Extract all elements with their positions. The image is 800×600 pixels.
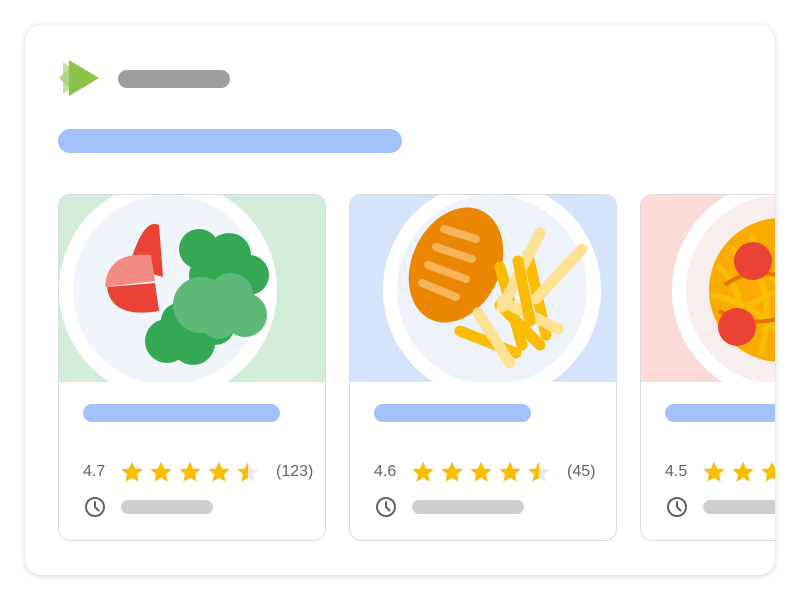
star-rating [410,459,555,485]
star-icon [208,461,230,482]
star-icon [412,461,434,482]
site-name-placeholder [118,70,230,88]
star-rating [701,459,775,485]
cook-time-placeholder [412,500,524,514]
search-result-panel: 4.7 (123) 4.6 (45) 4.5 [25,25,775,575]
cook-time-placeholder [703,500,775,514]
salad-plate-icon [59,195,325,382]
star-icon [470,461,492,482]
cook-time-placeholder [121,500,213,514]
rating-row: 4.6 (45) [374,459,595,485]
rating-value: 4.5 [665,463,688,480]
half-star-icon [237,461,259,482]
play-triangle-logo-icon [59,60,99,96]
spaghetti-plate-icon [641,195,775,382]
rating-value: 4.7 [83,463,106,480]
half-star-icon [528,461,550,482]
star-icon [179,461,201,482]
star-icon [121,461,143,482]
headline-placeholder[interactable] [58,129,402,153]
cook-time-row [83,494,213,520]
clock-icon [85,497,105,517]
star-icon [761,461,775,482]
star-icon [441,461,463,482]
rating-row: 4.5 [665,459,775,485]
sausage-fries-plate-icon [350,195,616,382]
recipe-card-2[interactable]: 4.6 (45) [349,194,617,541]
recipe-title-placeholder [374,404,531,422]
review-count: (45) [567,463,596,480]
star-icon [499,461,521,482]
star-icon [732,461,754,482]
clock-icon [376,497,396,517]
star-icon [150,461,172,482]
cook-time-row [665,494,775,520]
recipe-card-3[interactable]: 4.5 [640,194,775,541]
rating-row: 4.7 (123) [83,459,313,485]
recipe-title-placeholder [83,404,280,422]
star-icon [703,461,725,482]
recipe-title-placeholder [665,404,775,422]
review-count: (123) [276,463,314,480]
recipe-card-1[interactable]: 4.7 (123) [58,194,326,541]
star-rating [119,459,264,485]
clock-icon [667,497,687,517]
cook-time-row [374,494,524,520]
rating-value: 4.6 [374,463,397,480]
